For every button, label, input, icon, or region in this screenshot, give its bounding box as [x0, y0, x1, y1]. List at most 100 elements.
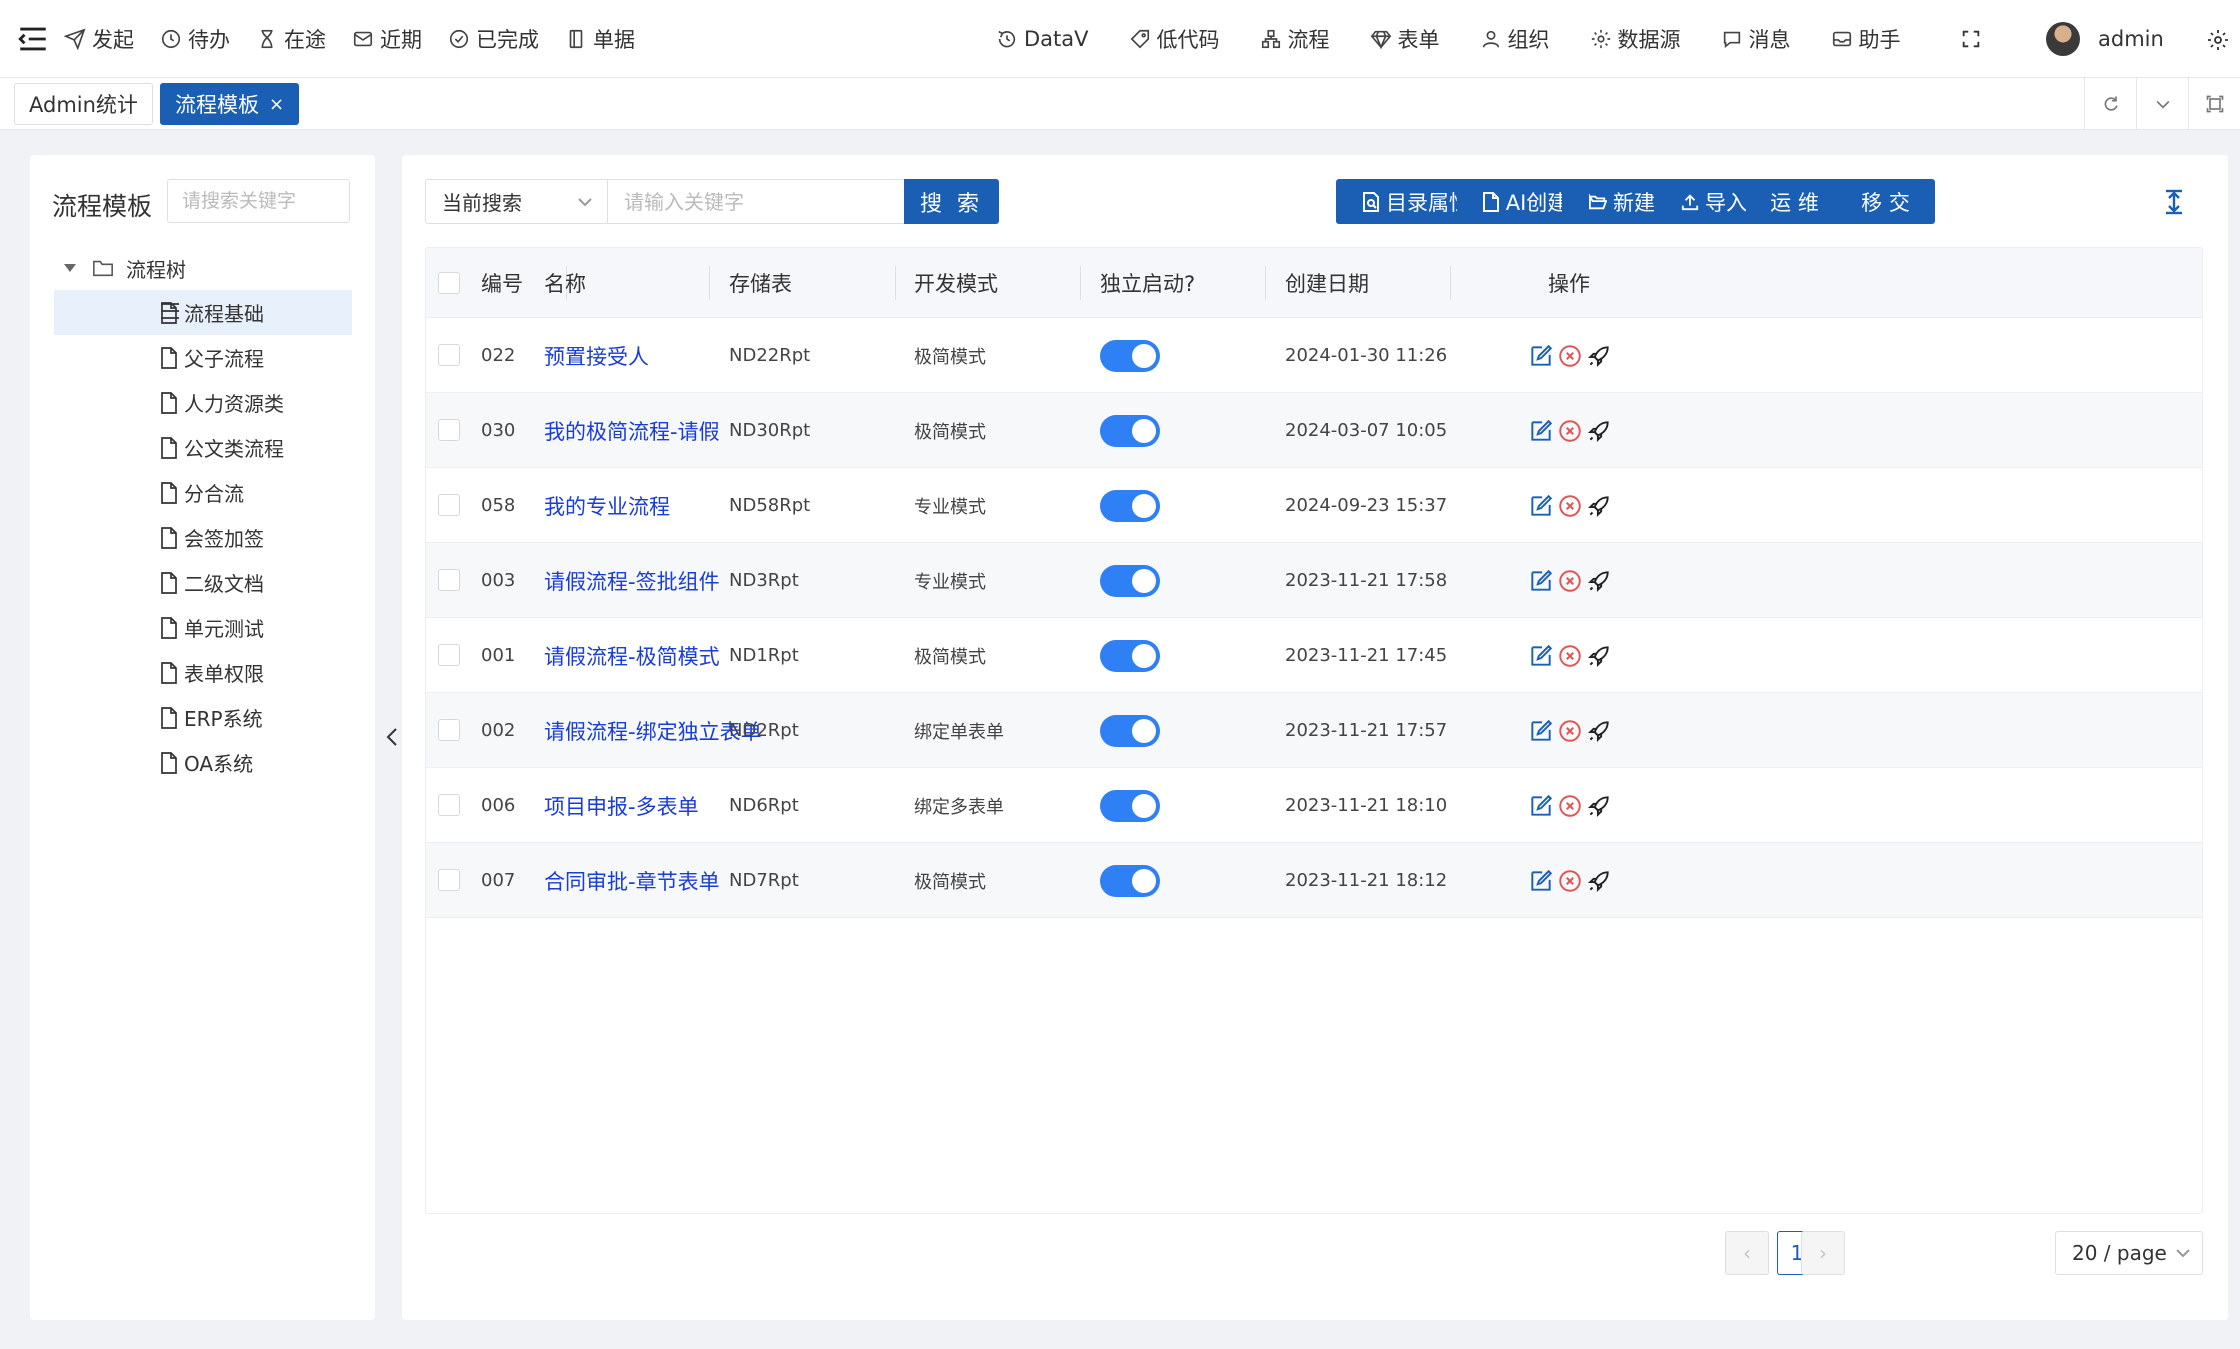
- row-checkbox[interactable]: [438, 794, 460, 816]
- edit-icon[interactable]: [1528, 343, 1554, 369]
- nav-item-daiban[interactable]: 待办: [160, 24, 230, 54]
- launch-rocket-icon[interactable]: [1586, 418, 1612, 444]
- nav-item-datav[interactable]: DataV: [996, 27, 1089, 51]
- tab-admin-stats[interactable]: Admin统计: [14, 83, 153, 125]
- nav-item-lowcode[interactable]: 低代码: [1129, 24, 1220, 54]
- tree-item[interactable]: 分合流: [54, 470, 352, 515]
- diamond-icon: [1370, 30, 1391, 50]
- settings-gear-icon[interactable]: [2206, 28, 2230, 52]
- tree-item[interactable]: 单元测试: [54, 605, 352, 650]
- nav-item-zaitu[interactable]: 在途: [256, 24, 326, 54]
- edit-icon[interactable]: [1528, 493, 1554, 519]
- nav-item-org[interactable]: 组织: [1480, 24, 1550, 54]
- cell-name-link[interactable]: 我的专业流程: [544, 468, 670, 543]
- standalone-toggle[interactable]: [1100, 865, 1160, 897]
- delete-icon[interactable]: [1557, 568, 1583, 594]
- standalone-toggle[interactable]: [1100, 715, 1160, 747]
- tree-item[interactable]: 会签加签: [54, 515, 352, 560]
- standalone-toggle[interactable]: [1100, 490, 1160, 522]
- nav-item-flow[interactable]: 流程: [1260, 24, 1330, 54]
- launch-rocket-icon[interactable]: [1586, 718, 1612, 744]
- edit-icon[interactable]: [1528, 868, 1554, 894]
- ops-button[interactable]: 运 维: [1746, 179, 1843, 224]
- tree-item[interactable]: ERP系统: [54, 695, 352, 740]
- page-size-select[interactable]: 20 / page: [2055, 1231, 2203, 1275]
- launch-rocket-icon[interactable]: [1586, 793, 1612, 819]
- edit-icon[interactable]: [1528, 418, 1554, 444]
- delete-icon[interactable]: [1557, 718, 1583, 744]
- row-checkbox[interactable]: [438, 644, 460, 666]
- delete-icon[interactable]: [1557, 343, 1583, 369]
- launch-rocket-icon[interactable]: [1586, 568, 1612, 594]
- maximize-tab-button[interactable]: [2188, 78, 2240, 130]
- standalone-toggle[interactable]: [1100, 565, 1160, 597]
- user-name[interactable]: admin: [2098, 27, 2164, 51]
- menu-toggle-icon[interactable]: [16, 22, 50, 56]
- sidebar-search-input[interactable]: [167, 179, 350, 223]
- edit-icon[interactable]: [1528, 568, 1554, 594]
- launch-rocket-icon[interactable]: [1586, 493, 1612, 519]
- row-checkbox[interactable]: [438, 719, 460, 741]
- cell-name-link[interactable]: 项目申报-多表单: [544, 768, 699, 843]
- edit-icon[interactable]: [1528, 793, 1554, 819]
- tree-item[interactable]: 公文类流程: [54, 425, 352, 470]
- tree-item[interactable]: 二级文档: [54, 560, 352, 605]
- cell-name-link[interactable]: 请假流程-签批组件: [544, 543, 720, 618]
- search-button[interactable]: 搜 索: [904, 179, 999, 224]
- caret-down-icon[interactable]: [64, 264, 76, 272]
- row-checkbox[interactable]: [438, 569, 460, 591]
- next-page-button[interactable]: ›: [1801, 1231, 1845, 1275]
- collapse-sidebar-icon[interactable]: [382, 723, 402, 751]
- expand-vertical-icon[interactable]: [2163, 189, 2185, 215]
- delete-icon[interactable]: [1557, 418, 1583, 444]
- search-input[interactable]: [607, 179, 906, 224]
- edit-icon[interactable]: [1528, 718, 1554, 744]
- nav-item-assistant[interactable]: 助手: [1831, 24, 1901, 54]
- tree-item[interactable]: 流程基础: [54, 290, 352, 335]
- nav-item-message[interactable]: 消息: [1721, 24, 1791, 54]
- standalone-toggle[interactable]: [1100, 640, 1160, 672]
- nav-item-yiwancheng[interactable]: 已完成: [448, 24, 539, 54]
- tree-item[interactable]: 父子流程: [54, 335, 352, 380]
- prev-page-button[interactable]: ‹: [1725, 1231, 1769, 1275]
- tree-list: 流程基础 父子流程 人力资源类 公文类流程 分合流 会签加签 二级文档 单元测试…: [54, 290, 352, 785]
- menu-lines-icon[interactable]: [160, 302, 180, 320]
- delete-icon[interactable]: [1557, 793, 1583, 819]
- row-checkbox[interactable]: [438, 419, 460, 441]
- tab-close-icon[interactable]: ×: [269, 94, 284, 115]
- launch-rocket-icon[interactable]: [1586, 343, 1612, 369]
- row-checkbox[interactable]: [438, 344, 460, 366]
- tree-root[interactable]: 流程树: [64, 251, 186, 285]
- select-all-checkbox[interactable]: [438, 272, 460, 294]
- tab-flow-template[interactable]: 流程模板 ×: [160, 83, 300, 125]
- edit-icon[interactable]: [1528, 643, 1554, 669]
- cell-name-link[interactable]: 合同审批-章节表单: [544, 843, 720, 918]
- cell-name-link[interactable]: 请假流程-极简模式: [544, 618, 720, 693]
- tree-item[interactable]: 表单权限: [54, 650, 352, 695]
- delete-icon[interactable]: [1557, 868, 1583, 894]
- standalone-toggle[interactable]: [1100, 415, 1160, 447]
- search-scope-select[interactable]: 当前搜索: [425, 179, 607, 224]
- tab-dropdown-button[interactable]: [2136, 78, 2188, 130]
- nav-item-form[interactable]: 表单: [1370, 24, 1440, 54]
- nav-item-jinqi[interactable]: 近期: [352, 24, 422, 54]
- standalone-toggle[interactable]: [1100, 340, 1160, 372]
- cell-name-link[interactable]: 我的极简流程-请假: [544, 393, 720, 468]
- cell-name-link[interactable]: 预置接受人: [544, 318, 649, 393]
- row-checkbox[interactable]: [438, 869, 460, 891]
- transfer-button[interactable]: 移 交: [1836, 179, 1935, 224]
- delete-icon[interactable]: [1557, 643, 1583, 669]
- nav-item-datasource[interactable]: 数据源: [1590, 24, 1681, 54]
- avatar[interactable]: [2046, 22, 2080, 56]
- nav-item-faqi[interactable]: 发起: [64, 24, 134, 54]
- nav-item-danju[interactable]: 单据: [565, 24, 635, 54]
- tree-item[interactable]: 人力资源类: [54, 380, 352, 425]
- row-checkbox[interactable]: [438, 494, 460, 516]
- delete-icon[interactable]: [1557, 493, 1583, 519]
- fullscreen-icon[interactable]: [1960, 28, 1982, 50]
- tree-item[interactable]: OA系统: [54, 740, 352, 785]
- launch-rocket-icon[interactable]: [1586, 643, 1612, 669]
- launch-rocket-icon[interactable]: [1586, 868, 1612, 894]
- refresh-tab-button[interactable]: [2084, 78, 2136, 130]
- standalone-toggle[interactable]: [1100, 790, 1160, 822]
